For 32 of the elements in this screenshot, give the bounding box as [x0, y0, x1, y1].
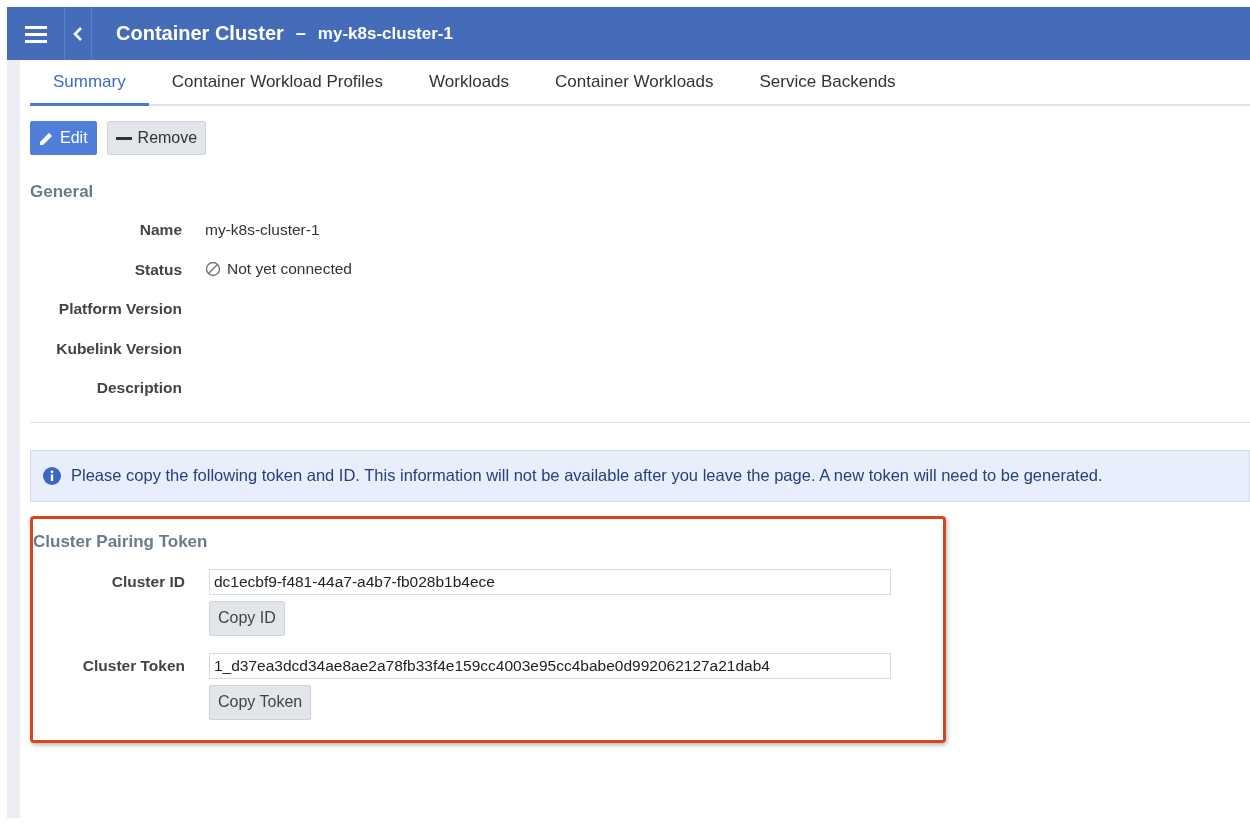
info-icon [43, 466, 61, 485]
field-label: Description [95, 378, 182, 398]
field-label: Name [138, 220, 182, 240]
field-label: Platform Version [57, 299, 182, 319]
pencil-icon [39, 130, 54, 146]
tab[interactable]: Summary [30, 60, 149, 106]
field-value: my-k8s-cluster-1 [205, 220, 320, 239]
tab[interactable]: Workloads [406, 60, 533, 106]
blocked-icon [205, 261, 221, 278]
field-label: Cluster ID [110, 571, 185, 592]
page-title: Container Cluster [116, 22, 284, 45]
copy-button[interactable]: Copy Token [209, 684, 312, 720]
cluster-name-title: my-k8s-cluster-1 [317, 23, 453, 44]
field-label: Kubelink Version [55, 338, 182, 359]
field-label: Cluster Token [81, 655, 185, 676]
tab[interactable]: Container Workload Profiles [148, 60, 407, 106]
tab[interactable]: Service Backends [736, 60, 919, 106]
minus-icon [115, 136, 132, 140]
copy-button[interactable]: Copy ID [209, 600, 285, 636]
token-field[interactable]: dc1ecbf9-f481-44a7-a4b7-fb028b1b4ece [209, 568, 891, 595]
section-heading: Cluster Pairing Token [33, 531, 209, 552]
remove-button[interactable]: Remove [106, 121, 207, 155]
status-value: Not yet connected [227, 260, 352, 279]
token-field[interactable]: 1_d37ea3dcd34ae8ae2a78fb33f4e159cc4003e95cc4babe0d992062127a21dab4 [209, 652, 891, 679]
info-message: Please copy the following token and ID. This information will not be available after you leave the page. A new token will need to be generated. [71, 466, 1103, 485]
edit-button[interactable]: Edit [30, 121, 97, 155]
title-separator: – [295, 23, 306, 44]
menu-icon [24, 24, 47, 43]
chevron-left-icon [73, 25, 83, 42]
field-label: Status [133, 259, 182, 280]
tab[interactable]: Container Workloads [532, 60, 737, 106]
section-heading: General [30, 182, 95, 202]
